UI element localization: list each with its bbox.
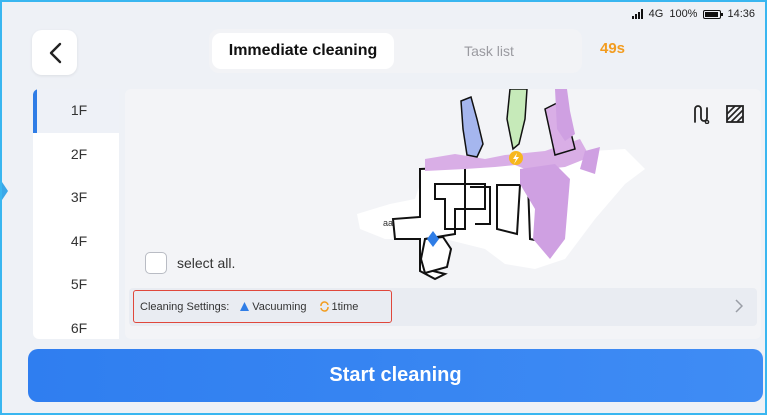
area-hatch-icon[interactable] xyxy=(726,105,744,123)
vacuum-icon xyxy=(240,302,250,311)
cleaning-settings-row[interactable]: Cleaning Settings: Vacuuming 1time xyxy=(129,288,757,326)
countdown-timer: 49s xyxy=(600,40,626,57)
chevron-right-icon xyxy=(735,299,743,313)
select-all[interactable]: select all. xyxy=(145,252,235,274)
cleaning-settings-summary: Cleaning Settings: Vacuuming 1time xyxy=(133,290,392,323)
map-panel: aa select all. Cleaning Settings: Vacuum… xyxy=(125,89,761,339)
floor-item-5f[interactable]: 5F xyxy=(33,263,119,307)
tab-immediate-cleaning[interactable]: Immediate cleaning xyxy=(212,33,394,69)
battery-icon xyxy=(703,9,724,19)
app-frame: 4G 100% 14:36 Immediate cleaning Task li… xyxy=(0,0,767,415)
floor-item-1f[interactable]: 1F xyxy=(33,89,119,133)
cleaning-times: 1time xyxy=(331,300,359,313)
select-all-label: select all. xyxy=(177,255,236,271)
tab-task-list[interactable]: Task list xyxy=(409,33,569,69)
status-bar: 4G 100% 14:36 xyxy=(631,6,755,22)
clock: 14:36 xyxy=(727,8,755,20)
floor-list: 1F 2F 3F 4F 5F 6F xyxy=(33,89,119,339)
cleaning-mode: Vacuuming xyxy=(252,300,307,313)
floor-item-3f[interactable]: 3F xyxy=(33,176,119,220)
battery-percent: 100% xyxy=(669,8,698,20)
mode-tabs: Immediate cleaning Task list xyxy=(209,29,582,73)
floor-item-6f[interactable]: 6F xyxy=(33,307,119,340)
chevron-left-icon xyxy=(49,42,61,63)
left-edge-arrow-icon xyxy=(2,182,8,200)
floor-item-4f[interactable]: 4F xyxy=(33,220,119,264)
network-type: 4G xyxy=(648,8,664,20)
signal-icon xyxy=(631,9,643,19)
select-all-checkbox[interactable] xyxy=(145,252,167,274)
back-button[interactable] xyxy=(32,30,77,75)
cleaning-settings-label: Cleaning Settings: xyxy=(140,300,230,313)
route-icon[interactable] xyxy=(691,104,711,124)
map-room-label: aa xyxy=(383,218,394,228)
start-cleaning-button[interactable]: Start cleaning xyxy=(28,349,763,402)
floor-item-2f[interactable]: 2F xyxy=(33,133,119,177)
repeat-icon xyxy=(319,301,329,312)
